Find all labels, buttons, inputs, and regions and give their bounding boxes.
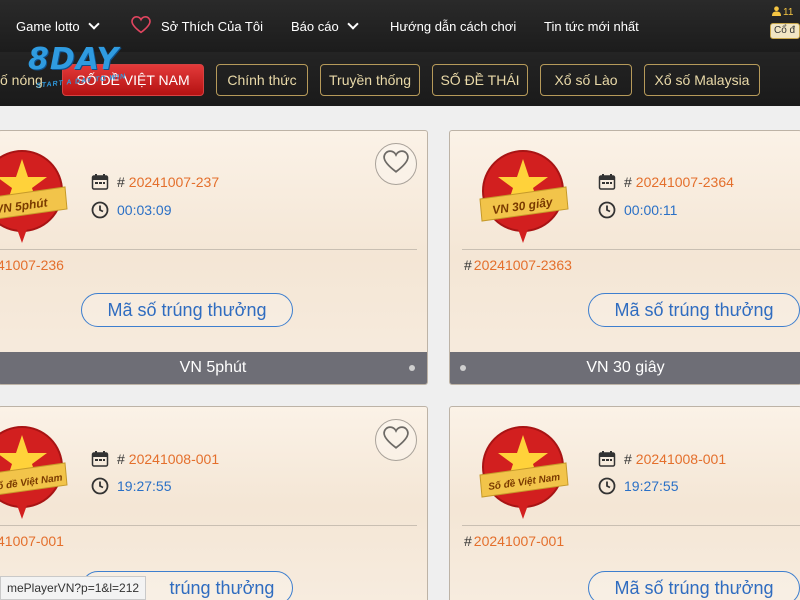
previous-issue-row: 41007-001 bbox=[0, 533, 64, 549]
nav-reports-label: Báo cáo bbox=[291, 18, 339, 34]
status-bar-url: mePlayerVN?p=1&l=212 bbox=[0, 576, 147, 600]
hash-symbol: # bbox=[117, 451, 125, 467]
game-card-so-de-viet-nam-2[interactable]: Số đề Việt Nam # 20241008-001 19:27:55 #… bbox=[449, 406, 800, 600]
countdown-row: 19:27:55 bbox=[91, 477, 172, 495]
user-area: 11 Cổ đ bbox=[770, 4, 800, 42]
clock-icon bbox=[91, 201, 109, 219]
nav-guide[interactable]: Hướng dẫn cách chơi bbox=[390, 0, 516, 52]
carousel-dot[interactable] bbox=[409, 365, 415, 371]
hash-symbol: # bbox=[624, 451, 632, 467]
calendar-icon bbox=[598, 450, 616, 468]
favorite-button[interactable] bbox=[375, 419, 417, 461]
game-emblem: ổ đề Việt Nam bbox=[0, 415, 77, 525]
chevron-down-icon bbox=[347, 18, 359, 30]
previous-issue: 20241007-001 bbox=[473, 533, 565, 549]
nav-news[interactable]: Tin tức mới nhất bbox=[544, 0, 639, 52]
previous-issue: 41007-001 bbox=[0, 533, 64, 549]
current-issue: 20241007-2364 bbox=[635, 174, 734, 190]
previous-issue: 20241007-2363 bbox=[473, 257, 572, 273]
hash-symbol: # bbox=[624, 174, 632, 190]
carousel-dot[interactable] bbox=[460, 365, 466, 371]
category-so-de-viet-nam[interactable]: SỐ ĐỀ VIỆT NAM bbox=[62, 64, 204, 96]
game-emblem: Số đề Việt Nam bbox=[468, 415, 578, 525]
current-issue-row: # 20241008-001 bbox=[91, 450, 219, 468]
nav-favorites[interactable]: Sở Thích Của Tôi bbox=[131, 0, 263, 52]
current-issue-row: # 20241008-001 bbox=[598, 450, 726, 468]
hash-symbol: # bbox=[464, 257, 472, 273]
category-chinh-thuc[interactable]: Chính thức bbox=[216, 64, 308, 96]
countdown: 00:00:11 bbox=[624, 202, 678, 218]
category-xo-so-lao[interactable]: Xổ số Lào bbox=[540, 64, 632, 96]
calendar-icon bbox=[598, 173, 616, 191]
nav-guide-label: Hướng dẫn cách chơi bbox=[390, 18, 517, 34]
user-account-button[interactable]: Cổ đ bbox=[770, 23, 800, 39]
previous-issue-row: # 20241007-2363 bbox=[464, 257, 572, 273]
favorite-button[interactable] bbox=[375, 143, 417, 185]
countdown-row: 19:27:55 bbox=[598, 477, 679, 495]
chevron-down-icon bbox=[87, 18, 100, 30]
category-bar: ố nóng SỐ ĐỀ VIỆT NAM Chính thức Truyền … bbox=[0, 52, 800, 106]
card-footer: VN 30 giây bbox=[450, 352, 800, 384]
heart-icon bbox=[383, 425, 409, 455]
category-hot[interactable]: ố nóng bbox=[0, 64, 60, 96]
game-card-vn-30-giay[interactable]: VN 30 giây # 20241007-2364 00:00:11 # 20… bbox=[449, 130, 800, 385]
game-card-so-de-viet-nam[interactable]: ổ đề Việt Nam # 20241008-001 19:27:55 41… bbox=[0, 406, 428, 600]
previous-issue-row: 41007-236 bbox=[0, 257, 64, 273]
countdown: 19:27:55 bbox=[117, 478, 172, 494]
card-footer: VN 5phút bbox=[0, 352, 427, 384]
divider bbox=[462, 249, 800, 250]
user-balance: 11 bbox=[783, 6, 794, 18]
divider bbox=[0, 525, 417, 526]
game-grid: VN 5phút # 20241007-237 00:03:09 41007-2… bbox=[0, 106, 800, 600]
game-emblem: VN 5phút bbox=[0, 139, 77, 249]
winning-numbers-button[interactable]: Mã số trúng thưởng bbox=[81, 293, 293, 327]
nav-game-lotto[interactable]: Game lotto bbox=[16, 0, 100, 52]
nav-reports[interactable]: Báo cáo bbox=[291, 0, 359, 52]
category-so-de-thai[interactable]: SỐ ĐỀ THÁI bbox=[432, 64, 528, 96]
calendar-icon bbox=[91, 173, 109, 191]
nav-game-lotto-label: Game lotto bbox=[16, 18, 80, 34]
heart-icon bbox=[383, 149, 409, 179]
current-issue-row: # 20241007-237 bbox=[91, 173, 219, 191]
current-issue: 20241007-237 bbox=[128, 174, 220, 190]
countdown-row: 00:03:09 bbox=[91, 201, 172, 219]
clock-icon bbox=[91, 477, 109, 495]
top-nav: Game lotto Sở Thích Của Tôi Báo cáo Hướn… bbox=[0, 0, 800, 52]
nav-news-label: Tin tức mới nhất bbox=[544, 18, 639, 34]
user-icon bbox=[772, 5, 781, 19]
current-issue: 20241008-001 bbox=[635, 451, 727, 467]
clock-icon bbox=[598, 201, 616, 219]
divider bbox=[462, 525, 800, 526]
previous-issue-row: # 20241007-001 bbox=[464, 533, 564, 549]
clock-icon bbox=[598, 477, 616, 495]
game-card-vn-5phut[interactable]: VN 5phút # 20241007-237 00:03:09 41007-2… bbox=[0, 130, 428, 385]
winning-numbers-label: trúng thưởng bbox=[169, 577, 275, 598]
countdown: 00:03:09 bbox=[117, 202, 172, 218]
heart-icon bbox=[131, 15, 151, 37]
game-title: VN 30 giây bbox=[586, 359, 665, 376]
hash-symbol: # bbox=[117, 174, 125, 190]
category-truyen-thong[interactable]: Truyền thống bbox=[320, 64, 420, 96]
countdown-row: 00:00:11 bbox=[598, 201, 677, 219]
winning-numbers-button[interactable]: Mã số trúng thưởng bbox=[588, 293, 800, 327]
countdown: 19:27:55 bbox=[624, 478, 679, 494]
winning-numbers-button[interactable]: Mã số trúng thưởng bbox=[588, 571, 800, 600]
previous-issue: 41007-236 bbox=[0, 257, 64, 273]
nav-favorites-label: Sở Thích Của Tôi bbox=[161, 18, 263, 34]
divider bbox=[0, 249, 417, 250]
game-title: VN 5phút bbox=[179, 359, 247, 376]
game-emblem: VN 30 giây bbox=[468, 139, 578, 249]
calendar-icon bbox=[91, 450, 109, 468]
hash-symbol: # bbox=[464, 533, 472, 549]
category-xo-so-malaysia[interactable]: Xổ số Malaysia bbox=[644, 64, 760, 96]
current-issue: 20241008-001 bbox=[128, 451, 220, 467]
current-issue-row: # 20241007-2364 bbox=[598, 173, 734, 191]
